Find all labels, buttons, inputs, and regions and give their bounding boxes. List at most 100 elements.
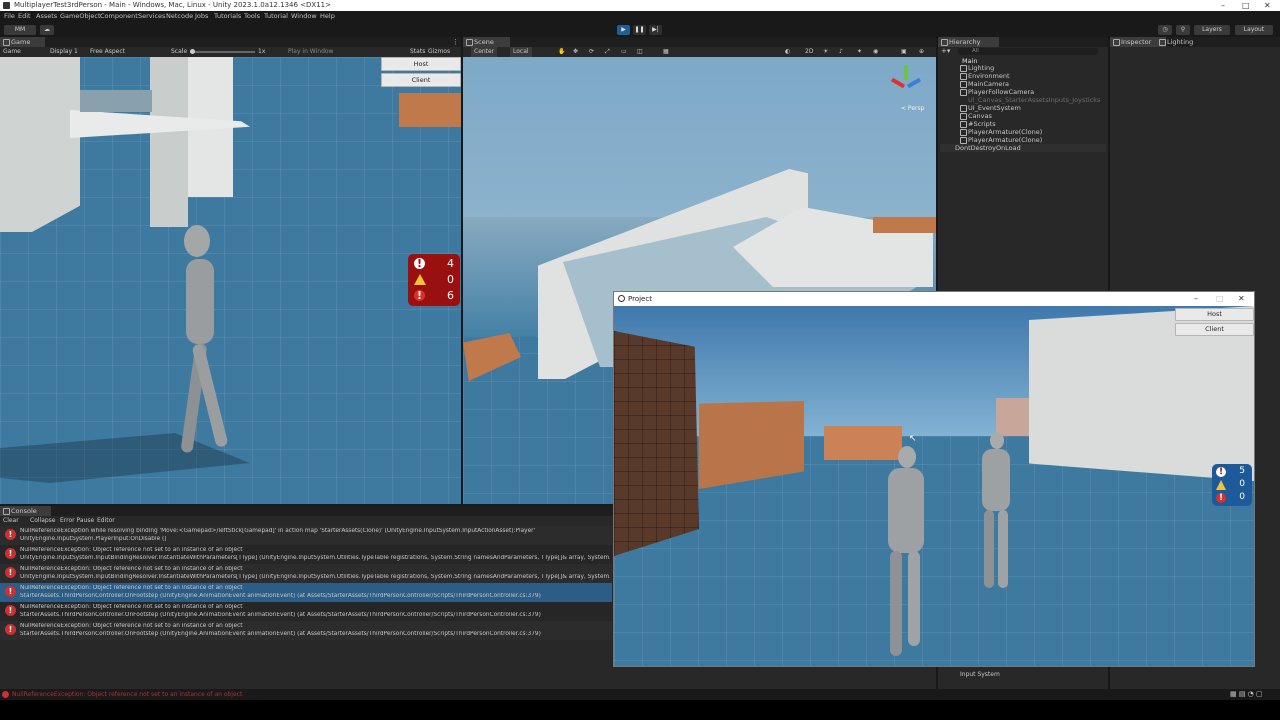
menu-window[interactable]: Window [291,11,317,22]
close-button[interactable]: ✕ [1264,0,1271,11]
layers-dropdown[interactable]: Layers [1194,25,1230,35]
menu-help[interactable]: Help [320,11,335,22]
rect-tool-icon[interactable]: ▭ [621,47,627,57]
grid-snap-icon[interactable]: ▦ [663,47,669,57]
build-close-button[interactable]: ✕ [1238,292,1245,306]
tab-game[interactable]: Game [0,37,45,47]
hand-tool-icon[interactable]: ✋ [558,47,565,57]
build-client-button[interactable]: Client [1175,323,1254,336]
pause-button[interactable]: ❚❚ [633,25,646,35]
pivot-center-dropdown[interactable]: Center [471,47,498,57]
menu-services[interactable]: Services [138,11,165,22]
hierarchy-item-playerarmature-1[interactable]: PlayerArmature(Clone) [960,128,1042,136]
tab-scene[interactable]: Scene [463,37,510,47]
scale-tool-icon[interactable]: ⤢ [605,47,610,57]
console-error-pause-button[interactable]: Error Pause [60,516,94,526]
draw-mode-icon[interactable]: ◐ [785,47,790,57]
tab-lighting[interactable]: Lighting [1156,37,1207,47]
effects-toggle-icon[interactable]: ✦ [857,47,862,57]
menu-tutorials[interactable]: Tutorials [214,11,241,22]
add-object-icon[interactable]: +▾ [941,47,950,55]
hierarchy-item-environment[interactable]: Environment [960,72,1010,80]
hierarchy-item-canvas[interactable]: Canvas [960,112,992,120]
console-row[interactable]: ! NullReferenceException: Object referenc… [0,564,612,583]
menu-file[interactable]: File [4,11,15,22]
search-icon[interactable]: ⚲ [1176,25,1190,35]
lighting-toggle-icon[interactable]: ☀ [823,47,828,57]
play-button[interactable]: ▶ [617,25,630,35]
hierarchy-item-lighting[interactable]: Lighting [960,64,994,72]
2d-toggle[interactable]: 2D [805,47,813,57]
scale-slider-handle[interactable] [190,49,195,54]
visibility-toggle-icon[interactable]: ◉ [873,47,878,57]
hierarchy-scene-row[interactable]: Main [940,57,1106,65]
scale-slider[interactable] [190,49,255,54]
game-view[interactable]: Host Client ! 4 0 ! 6 [0,57,461,504]
wall-pillar [150,57,188,227]
menu-edit[interactable]: Edit [18,11,31,22]
build-far-block [996,398,1032,436]
console-row[interactable]: ! NullReferenceException: Object referenc… [0,545,612,564]
tab-lighting-label: Lighting [1167,38,1194,46]
build-window-title: Project [628,295,652,303]
build-host-button[interactable]: Host [1175,308,1254,321]
move-tool-icon[interactable]: ✥ [573,47,578,57]
aspect-dropdown[interactable]: Free Aspect [90,47,125,57]
menu-jobs[interactable]: Jobs [195,11,208,22]
persp-label[interactable]: < Persp [901,105,924,112]
rotate-tool-icon[interactable]: ⟳ [589,47,594,57]
hierarchy-item-maincamera[interactable]: MainCamera [960,80,1009,88]
console-editor-dropdown[interactable]: Editor [97,516,115,526]
cloud-icon[interactable]: ☁ [40,25,54,35]
step-button[interactable]: ▶| [649,25,662,35]
menu-component[interactable]: Component [100,11,138,22]
play-mode-dropdown[interactable]: Play in Window [288,47,333,57]
build-maximize-button[interactable]: □ [1216,292,1224,306]
minimize-button[interactable]: – [1221,0,1225,11]
console-row[interactable]: ! NullReferenceException while resolving … [0,526,612,545]
status-icons[interactable]: ▦ ▤ ◔ ▢ [1230,689,1263,700]
build-minimize-button[interactable]: – [1194,292,1198,306]
build-game-view[interactable]: Host Client ! 5 0 ! 0 ↖ [614,306,1254,666]
gizmos-toggle-icon[interactable]: ⊕ [919,47,924,57]
menu-tutorial[interactable]: Tutorial [264,11,288,22]
audio-toggle-icon[interactable]: ♪ [839,47,843,57]
menu-gameobject[interactable]: GameObject [60,11,101,22]
stats-button[interactable]: Stats [410,47,425,57]
menu-tools[interactable]: Tools [244,11,260,22]
maximize-button[interactable]: □ [1242,0,1250,11]
tab-console[interactable]: Console [0,506,51,516]
host-button[interactable]: Host [381,57,461,71]
console-row[interactable]: ! NullReferenceException: Object referenc… [0,621,612,640]
client-button[interactable]: Client [381,73,461,87]
window-title: MultiplayerTest3rdPerson - Main - Window… [14,1,331,9]
account-button[interactable]: MM [4,25,36,35]
error-icon: ! [5,548,16,559]
history-icon[interactable]: ◷ [1158,25,1172,35]
console-collapse-button[interactable]: Collapse [30,516,56,526]
hierarchy-item-ui-eventsystem[interactable]: UI_EventSystem [960,104,1021,112]
scene-gizmo[interactable] [889,65,923,99]
gizmos-dropdown[interactable]: Gizmos [428,47,450,57]
hierarchy-item-scripts[interactable]: #Scripts [960,120,996,128]
hierarchy-item-ui-canvas[interactable]: UI_Canvas_StarterAssetsInputs_Joysticks [968,96,1100,104]
game-mode-dropdown[interactable]: Game [3,47,21,57]
console-row-selected[interactable]: ! NullReferenceException: Object referenc… [0,583,612,602]
console-row[interactable]: ! NullReferenceException: Object referenc… [0,602,612,621]
status-message[interactable]: NullReferenceException: Object reference… [12,689,242,700]
display-dropdown[interactable]: Display 1 [50,47,78,57]
menu-netcode[interactable]: Netcode [166,11,193,22]
hierarchy-item-playerarmature-2[interactable]: PlayerArmature(Clone) [960,136,1042,144]
hierarchy-search-input[interactable]: All [958,48,1098,55]
scene-camera-icon[interactable]: ▣ [901,47,907,57]
hierarchy-dontdestroy-row[interactable]: DontDestroyOnLoad [940,144,1106,152]
transform-tool-icon[interactable]: ◫ [637,47,643,57]
more-options-icon[interactable]: ⋮ [452,37,459,47]
hierarchy-item-playerfollowcamera[interactable]: PlayerFollowCamera [960,88,1034,96]
menu-assets[interactable]: Assets [36,11,57,22]
layout-dropdown[interactable]: Layout [1235,25,1273,35]
console-clear-button[interactable]: Clear [3,516,19,526]
pivot-local-dropdown[interactable]: Local [510,47,532,57]
tab-hierarchy[interactable]: Hierarchy [938,37,999,47]
input-system-item[interactable]: Input System [960,671,1000,678]
